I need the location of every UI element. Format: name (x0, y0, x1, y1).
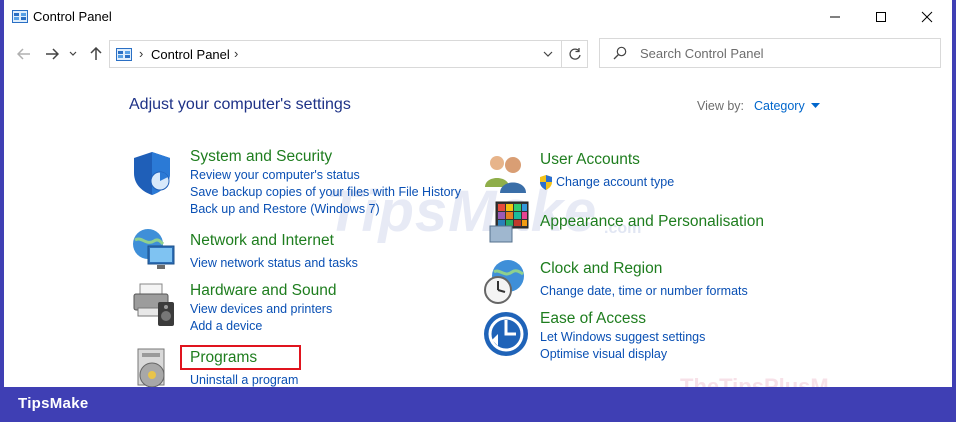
link-file-history[interactable]: Save backup copies of your files with Fi… (190, 185, 461, 199)
link-change-account-type[interactable]: Change account type (556, 175, 674, 189)
breadcrumb-control-panel[interactable]: Control Panel (151, 47, 230, 62)
link-date-time-formats[interactable]: Change date, time or number formats (540, 284, 748, 298)
view-by-dropdown[interactable]: Category (754, 99, 820, 113)
arrow-left-icon (17, 48, 30, 60)
uac-shield-icon (540, 175, 552, 190)
view-by-label: View by: (697, 99, 745, 113)
shield-icon[interactable] (130, 149, 178, 197)
up-button[interactable] (86, 44, 106, 64)
chevron-down-icon (543, 51, 553, 57)
minimize-button[interactable] (812, 0, 858, 34)
printer-speaker-icon[interactable] (130, 280, 178, 328)
page-title: Adjust your computer's settings (129, 96, 351, 113)
refresh-icon (569, 48, 581, 60)
category-programs[interactable]: Programs (190, 349, 257, 367)
brand-bar: TipsMake (0, 387, 956, 422)
forward-button[interactable] (42, 44, 62, 64)
category-ease-of-access[interactable]: Ease of Access (540, 310, 646, 328)
search-input[interactable]: Search Control Panel (640, 46, 764, 61)
minimize-icon (830, 16, 840, 18)
maximize-icon (876, 12, 886, 22)
control-panel-icon (12, 10, 28, 23)
address-dropdown-button[interactable] (538, 41, 558, 67)
watermark-secondary: TheTipsPlusM (680, 374, 829, 387)
address-bar[interactable]: › Control Panel › (109, 40, 588, 68)
chevron-down-icon (69, 51, 77, 56)
category-clock-and-region[interactable]: Clock and Region (540, 260, 662, 278)
link-review-status[interactable]: Review your computer's status (190, 168, 360, 182)
link-suggest-settings[interactable]: Let Windows suggest settings (540, 330, 705, 344)
address-row: › Control Panel › Search Control Panel (4, 36, 952, 70)
link-uninstall-program[interactable]: Uninstall a program (190, 373, 298, 387)
link-optimise-display[interactable]: Optimise visual display (540, 347, 667, 361)
refresh-button[interactable] (561, 41, 588, 67)
users-icon[interactable] (482, 149, 530, 197)
maximize-button[interactable] (858, 0, 904, 34)
arrow-up-icon (90, 47, 102, 60)
link-devices-printers[interactable]: View devices and printers (190, 302, 332, 316)
category-hardware-and-sound[interactable]: Hardware and Sound (190, 282, 337, 300)
control-panel-icon (116, 48, 132, 61)
arrow-right-icon (46, 48, 59, 60)
caret-down-icon (810, 103, 820, 108)
title-bar: Control Panel (4, 0, 952, 34)
category-appearance-and-personalisation[interactable]: Appearance and Personalisation (540, 213, 764, 231)
category-network-and-internet[interactable]: Network and Internet (190, 232, 334, 250)
network-globe-icon[interactable] (130, 226, 178, 274)
window-title: Control Panel (33, 9, 112, 24)
category-system-and-security[interactable]: System and Security (190, 148, 332, 166)
category-user-accounts[interactable]: User Accounts (540, 151, 640, 169)
close-button[interactable] (904, 0, 950, 34)
programs-disc-icon[interactable] (130, 345, 178, 387)
brand-label: TipsMake (18, 395, 89, 412)
search-box[interactable]: Search Control Panel (599, 38, 941, 68)
close-icon (921, 11, 933, 23)
appearance-icon[interactable] (482, 200, 530, 248)
link-network-status[interactable]: View network status and tasks (190, 256, 358, 270)
search-icon (613, 46, 627, 60)
ease-of-access-icon[interactable] (482, 310, 530, 358)
breadcrumb-separator[interactable]: › (139, 46, 143, 61)
breadcrumb-separator[interactable]: › (234, 46, 238, 61)
link-backup-restore[interactable]: Back up and Restore (Windows 7) (190, 202, 380, 216)
link-add-device[interactable]: Add a device (190, 319, 262, 333)
view-by-value[interactable]: Category (754, 99, 805, 113)
back-button[interactable] (14, 44, 34, 64)
recent-locations-button[interactable] (66, 44, 80, 64)
control-panel-window: Control Panel › Control Panel › Search C… (4, 0, 952, 387)
clock-globe-icon[interactable] (482, 258, 530, 306)
